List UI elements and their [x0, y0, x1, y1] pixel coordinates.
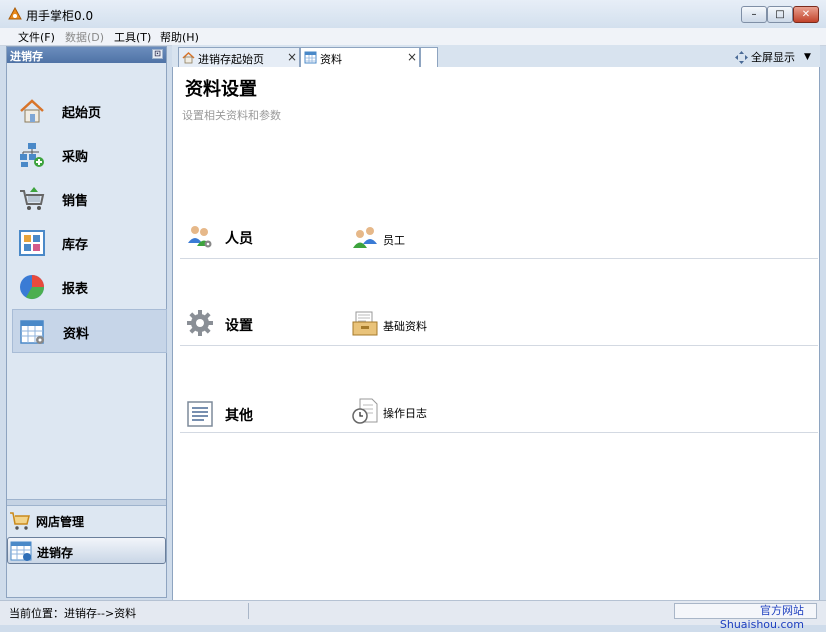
nav-label: 资料: [63, 327, 90, 342]
bottom-label: 网店管理: [36, 515, 85, 529]
section-divider: [180, 258, 818, 259]
menu-data[interactable]: 数据(D): [65, 29, 104, 45]
bottom-label: 进销存: [37, 546, 74, 560]
nav-item-data[interactable]: 资料: [12, 309, 167, 353]
menu-tools[interactable]: 工具(T): [114, 29, 151, 45]
pie-chart-icon: [20, 275, 44, 300]
log-clock-icon: [352, 398, 378, 424]
status-divider: [248, 603, 249, 619]
item-operation-log[interactable]: 操作日志: [383, 405, 427, 421]
people-icon: [188, 226, 212, 248]
official-site-link[interactable]: 官方网站 Shuaishou.com: [674, 603, 817, 631]
maximize-button[interactable]: □: [767, 6, 793, 23]
fullscreen-button[interactable]: 全屏显示 ▼: [735, 49, 811, 65]
nav-label: 库存: [62, 238, 89, 253]
tab-start-page[interactable]: 进销存起始页 ×: [178, 47, 300, 67]
data-table-icon: [304, 51, 317, 64]
tab-close-icon[interactable]: ×: [287, 50, 297, 64]
bottom-item-shop[interactable]: 网店管理: [7, 507, 166, 534]
nav-label: 采购: [62, 150, 89, 165]
nav-item-inventory[interactable]: 库存: [12, 221, 167, 265]
new-tab-button[interactable]: [420, 47, 438, 67]
section-title-settings: 设置: [225, 318, 253, 334]
status-bar: 当前位置：进销存-->资料 官方网站 Shuaishou.com: [0, 600, 826, 631]
employee-icon: [353, 227, 377, 248]
page-title: 资料设置: [185, 79, 257, 100]
gear-icon: [187, 310, 213, 336]
dropdown-arrow-icon[interactable]: ▼: [804, 52, 811, 62]
title-bar[interactable]: 用手掌柜0.0 – □ ✕: [0, 0, 826, 28]
section-divider: [180, 345, 818, 346]
item-basic-data[interactable]: 基础资料: [383, 318, 427, 334]
pin-icon[interactable]: ⊡: [152, 49, 163, 59]
bottom-item-inventory[interactable]: 进销存: [7, 537, 166, 564]
panel-splitter[interactable]: [7, 499, 166, 506]
menu-bar: 文件(F) 数据(D) 工具(T) 帮助(H): [0, 28, 826, 46]
nav-label: 销售: [62, 194, 89, 209]
document-icon: [187, 401, 213, 427]
cart-icon: [10, 512, 30, 530]
tab-label: 进销存起始页: [198, 53, 264, 66]
nav-label: 报表: [62, 282, 89, 297]
page-subtitle: 设置相关资料和参数: [182, 109, 281, 122]
purchase-icon: [20, 143, 44, 167]
nav-item-sales[interactable]: 销售: [12, 177, 167, 221]
item-employee[interactable]: 员工: [383, 232, 405, 248]
status-location: 当前位置：进销存-->资料: [9, 607, 137, 620]
tab-strip: 进销存起始页 × 资料 ×: [172, 45, 820, 68]
left-nav-panel: 进销存 ⊡ 起始页 采购 销售 库存 报表 资料 网店管理 进销存: [6, 46, 167, 598]
ledger-icon: [10, 541, 32, 561]
section-title-other: 其他: [225, 408, 253, 424]
app-logo-icon: [8, 7, 22, 20]
data-table-icon: [20, 320, 44, 344]
home-icon: [20, 99, 44, 123]
left-panel-title: 进销存: [10, 50, 43, 63]
content-area: [172, 67, 820, 600]
tab-label: 资料: [320, 53, 342, 66]
section-title-personnel: 人员: [225, 231, 253, 247]
home-icon: [182, 51, 195, 64]
menu-file[interactable]: 文件(F): [18, 29, 55, 45]
inventory-icon: [19, 230, 45, 256]
tab-data[interactable]: 资料 ×: [300, 47, 420, 68]
section-divider: [180, 432, 818, 433]
window-title: 用手掌柜0.0: [26, 9, 94, 23]
file-drawer-icon: [352, 311, 378, 336]
menu-help[interactable]: 帮助(H): [160, 29, 199, 45]
sales-cart-icon: [20, 187, 45, 210]
tab-close-icon[interactable]: ×: [407, 50, 417, 64]
fullscreen-label: 全屏显示: [751, 51, 795, 64]
minimize-button[interactable]: –: [741, 6, 767, 23]
left-panel-header: 进销存 ⊡: [7, 47, 166, 63]
nav-item-purchase[interactable]: 采购: [12, 133, 167, 177]
nav-item-home[interactable]: 起始页: [12, 89, 167, 133]
nav-label: 起始页: [62, 106, 102, 121]
nav-item-reports[interactable]: 报表: [12, 265, 167, 309]
close-button[interactable]: ✕: [793, 6, 819, 23]
move-arrows-icon: [735, 50, 748, 64]
